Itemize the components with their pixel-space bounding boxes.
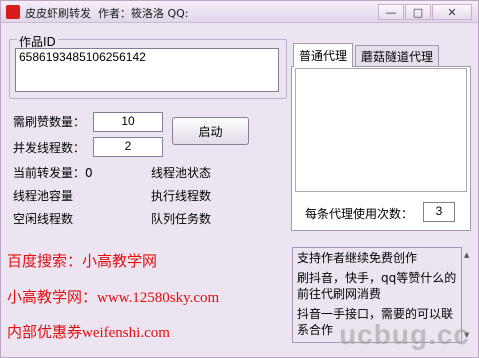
per-proxy-label: 每条代理使用次数： [305, 207, 414, 221]
app-icon [6, 5, 20, 19]
notice-line-1: 支持作者继续免费创作 [297, 251, 418, 265]
window-controls: — □ ✕ [378, 4, 472, 20]
title-bar: 皮皮虾刷转发 作者：筱洛洛 QQ: — □ ✕ [1, 1, 478, 23]
brush-count-input[interactable]: 10 [93, 112, 163, 132]
threads-label: 并发线程数： [13, 141, 86, 155]
work-id-input[interactable]: 6586193485106256142 [15, 48, 279, 92]
exec-threads-label: 执行线程数 [151, 189, 212, 203]
promo-line-3: 内部优惠券weifenshi.com [7, 325, 170, 341]
per-proxy-input[interactable]: 3 [423, 202, 455, 222]
threads-input[interactable]: 2 [93, 137, 163, 157]
brush-count-label: 需刷赞数量： [13, 115, 86, 129]
close-button[interactable]: ✕ [432, 4, 472, 20]
tab-normal-proxy[interactable]: 普通代理 [293, 43, 353, 67]
app-window: 皮皮虾刷转发 作者：筱洛洛 QQ: — □ ✕ 作品ID 65861934851… [0, 0, 479, 358]
promo-line-1: 百度搜索：小高教学网 [7, 254, 158, 270]
watermark-text: ucbug.cc [339, 319, 470, 350]
window-title: 皮皮虾刷转发 作者：筱洛洛 QQ: [25, 7, 189, 20]
idle-threads-label: 空闲线程数 [13, 212, 74, 226]
pool-capacity-label: 线程池容量 [13, 189, 74, 203]
tab-mogu-tunnel-proxy[interactable]: 蘑菇隧道代理 [355, 45, 439, 67]
promo-line-2: 小高教学网：www.12580sky.com [7, 290, 220, 306]
queue-tasks-label: 队列任务数 [151, 212, 212, 226]
pool-status-label: 线程池状态 [151, 166, 212, 180]
notice-scroll-up-icon[interactable]: ▲ [464, 251, 469, 259]
start-button[interactable]: 启动 [172, 117, 249, 145]
notice-line-2: 刷抖音，快手，qq等赞什么的前往代刷网消费 [297, 271, 457, 301]
minimize-button[interactable]: — [378, 4, 404, 20]
proxy-list-textarea[interactable] [295, 68, 467, 192]
maximize-button[interactable]: □ [405, 4, 431, 20]
current-forward-label: 当前转发量：0 [13, 166, 93, 180]
